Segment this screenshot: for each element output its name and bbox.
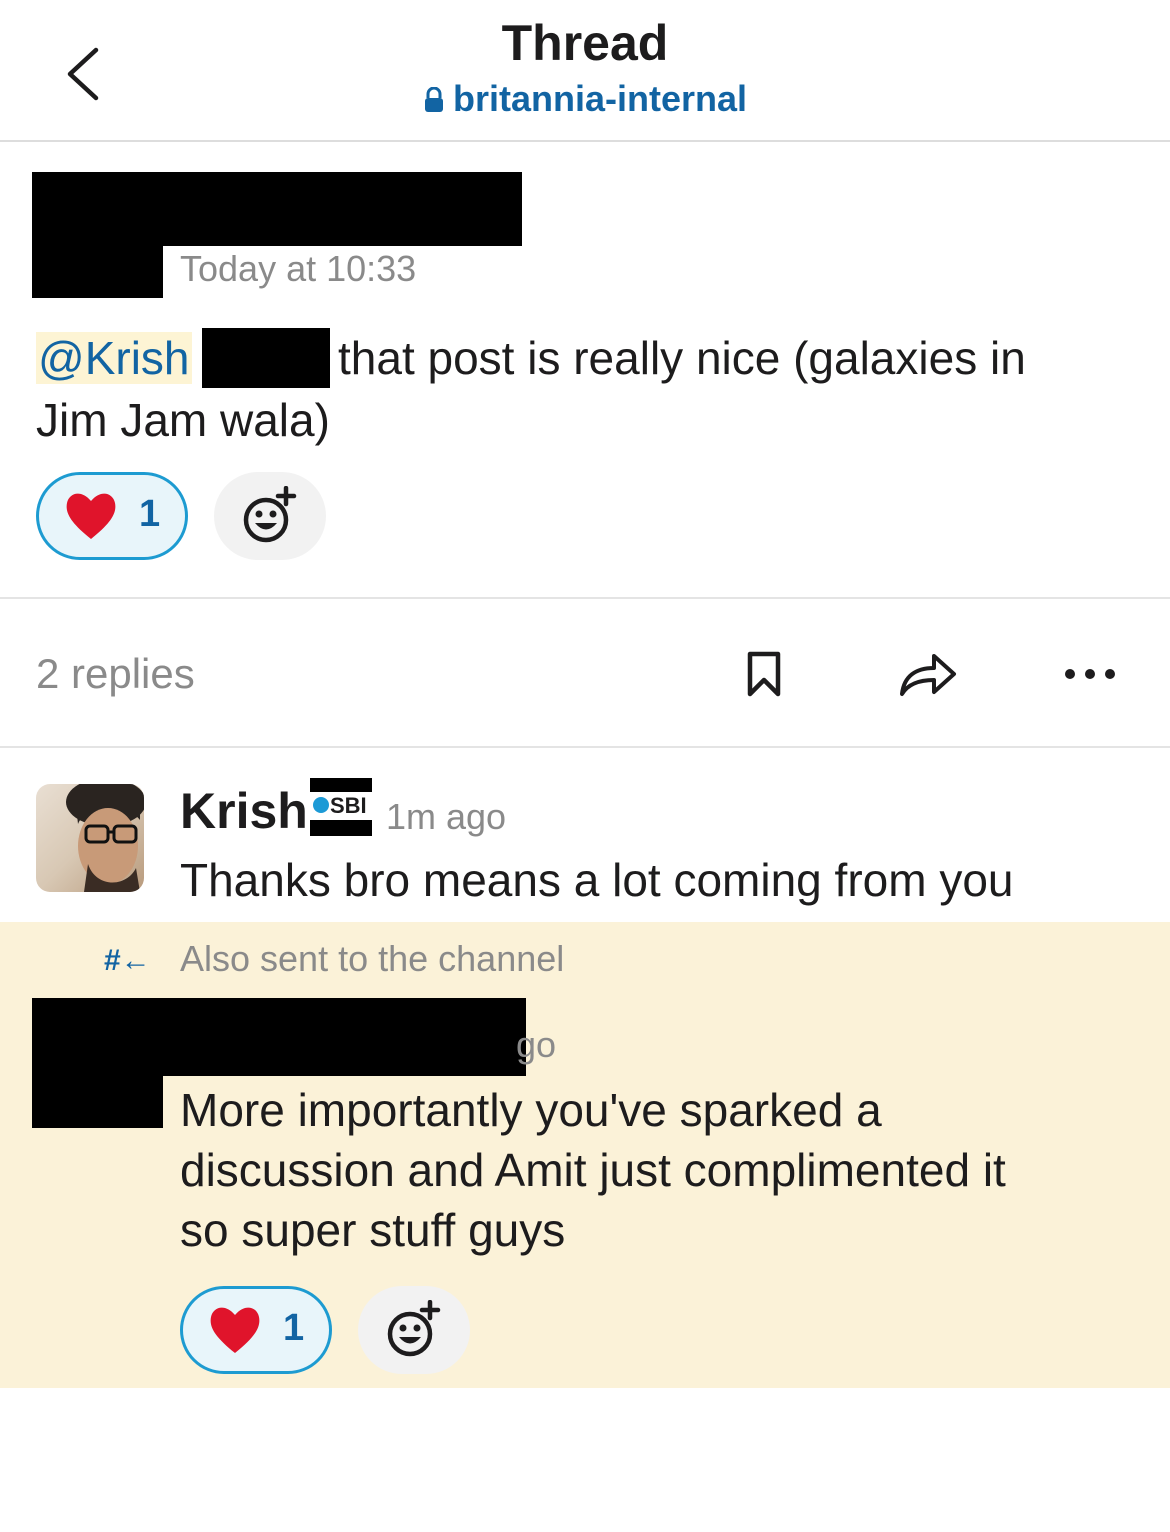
redacted-sender bbox=[32, 998, 526, 1076]
reply-line-3: so super stuff guys bbox=[180, 1204, 566, 1256]
heart-emoji-icon bbox=[210, 1307, 260, 1353]
add-reaction-button[interactable] bbox=[214, 472, 326, 560]
message-line-1: @Krish bbox=[36, 328, 192, 388]
reply-text: Thanks bro means a lot coming from you bbox=[180, 854, 1014, 906]
avatar-image bbox=[66, 784, 144, 892]
reply-timestamp-partial: go bbox=[516, 1024, 557, 1065]
avatar[interactable] bbox=[36, 784, 144, 892]
redacted-sender bbox=[32, 172, 522, 246]
sbi-logo-icon bbox=[313, 797, 329, 813]
bookmark-icon[interactable] bbox=[746, 650, 782, 698]
add-emoji-icon bbox=[387, 1300, 441, 1357]
heart-reaction[interactable]: 1 bbox=[36, 472, 188, 560]
message-line-2: Jim Jam wala) bbox=[36, 394, 330, 446]
divider bbox=[0, 746, 1170, 748]
redacted-avatar bbox=[32, 1074, 163, 1128]
divider bbox=[0, 597, 1170, 599]
heart-reaction[interactable]: 1 bbox=[180, 1286, 332, 1374]
more-icon[interactable] bbox=[1062, 664, 1118, 684]
sender-name[interactable]: Krish bbox=[180, 782, 308, 840]
reaction-count: 1 bbox=[283, 1307, 305, 1349]
reply-timestamp: 1m ago bbox=[386, 796, 507, 837]
lock-icon bbox=[424, 87, 443, 112]
channel-link[interactable]: britannia-internal bbox=[0, 78, 1170, 120]
page-title: Thread bbox=[501, 15, 669, 71]
mention-krish[interactable]: @Krish bbox=[36, 332, 192, 384]
hash-arrow-icon: #← bbox=[104, 944, 151, 977]
add-reaction-button[interactable] bbox=[358, 1286, 470, 1374]
status-badge: SBI bbox=[310, 778, 372, 836]
heart-emoji-icon bbox=[66, 493, 116, 539]
reply-line-2: discussion and Amit just complimented it bbox=[180, 1144, 1006, 1196]
also-sent-label: Also sent to the channel bbox=[180, 938, 565, 979]
reply-line-1: More importantly you've sparked a bbox=[180, 1084, 882, 1136]
share-icon[interactable] bbox=[898, 650, 958, 698]
redacted-avatar bbox=[32, 244, 163, 298]
reaction-count: 1 bbox=[139, 493, 161, 535]
channel-name: britannia-internal bbox=[452, 78, 748, 119]
message-text-part: that post is really nice (galaxies in bbox=[338, 332, 1026, 384]
message-timestamp: Today at 10:33 bbox=[180, 248, 417, 289]
redacted-name bbox=[202, 328, 330, 388]
replies-count: 2 replies bbox=[36, 650, 195, 697]
thread-header: Thread britannia-internal bbox=[0, 0, 1170, 142]
add-emoji-icon bbox=[243, 486, 297, 543]
